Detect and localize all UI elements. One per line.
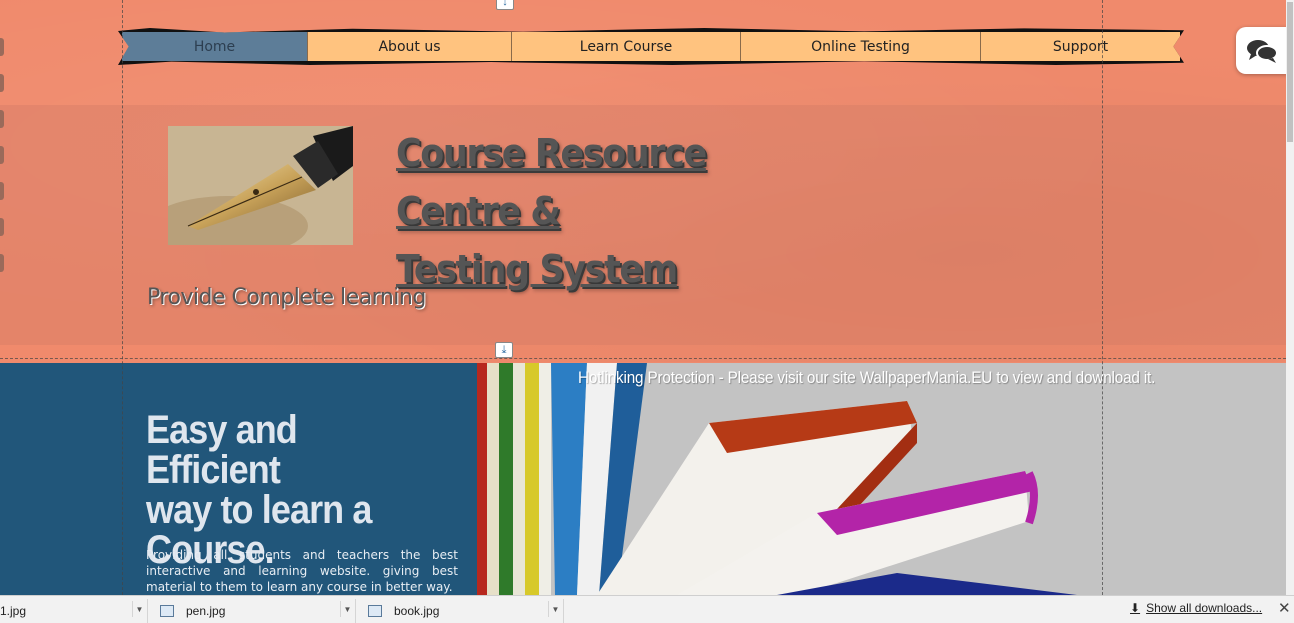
download-item-3[interactable]: book.jpg xyxy=(366,599,564,623)
site-title-line1: Course Resource Centre & xyxy=(396,131,707,233)
tagline: Provide Complete learning xyxy=(147,285,426,310)
section-handle-bottom[interactable]: ⤓ xyxy=(495,342,513,358)
close-icon[interactable]: ✕ xyxy=(1278,599,1291,617)
hero-heading: Easy and Efficient way to learn a Course… xyxy=(146,410,434,570)
guide-line-section xyxy=(0,358,1286,359)
download-item-name: book.jpg xyxy=(394,604,440,618)
chevron-down-icon[interactable]: ▼ xyxy=(132,601,146,617)
fountain-pen-image xyxy=(168,126,353,245)
image-file-icon xyxy=(368,605,382,617)
pen-illustration xyxy=(168,126,353,245)
guide-line-left xyxy=(122,0,123,595)
show-all-downloads-link[interactable]: ⬇ Show all downloads... xyxy=(1130,601,1262,615)
hero-heading-line2: way to learn a xyxy=(146,488,372,532)
hotlink-watermark: Hotlinking Protection - Please visit our… xyxy=(578,368,1156,387)
scrollbar-thumb[interactable] xyxy=(1287,2,1293,142)
nav-home[interactable]: Home xyxy=(122,32,308,61)
download-item-name: 1.jpg xyxy=(0,604,27,618)
download-item-2[interactable]: pen.jpg xyxy=(158,599,356,623)
download-icon: ⬇ xyxy=(1130,601,1141,615)
books-image xyxy=(477,363,1286,595)
main-nav: Home About us Learn Course Online Testin… xyxy=(118,28,1184,65)
scrollbar[interactable] xyxy=(1286,0,1294,595)
books-illustration xyxy=(477,363,1286,595)
download-item-1[interactable]: 1.jpg xyxy=(0,599,148,623)
nav-about-us[interactable]: About us xyxy=(308,32,512,61)
chat-bubbles-icon xyxy=(1247,39,1278,63)
guide-line-right xyxy=(1102,0,1103,595)
nav-learn-course[interactable]: Learn Course xyxy=(512,32,741,61)
nav-online-testing[interactable]: Online Testing xyxy=(741,32,981,61)
site-title[interactable]: Course Resource Centre & Testing System xyxy=(396,124,838,298)
download-item-name: pen.jpg xyxy=(186,604,226,618)
section-handle-top[interactable]: ↓ xyxy=(496,0,514,10)
downloads-bar: 1.jpg ▼ pen.jpg ▼ book.jpg ▼ ⬇ Show all … xyxy=(0,595,1294,623)
show-all-label: Show all downloads... xyxy=(1146,601,1263,615)
hero-description: Providing all students and teachers the … xyxy=(146,548,458,594)
site-title-line2: Testing System xyxy=(396,247,678,291)
chat-widget[interactable] xyxy=(1236,27,1288,74)
chevron-down-icon[interactable]: ▼ xyxy=(340,601,354,617)
hero-heading-line1: Easy and Efficient xyxy=(146,408,298,492)
image-file-icon xyxy=(160,605,174,617)
nav-support[interactable]: Support xyxy=(981,32,1180,61)
chevron-down-icon[interactable]: ▼ xyxy=(548,601,562,617)
